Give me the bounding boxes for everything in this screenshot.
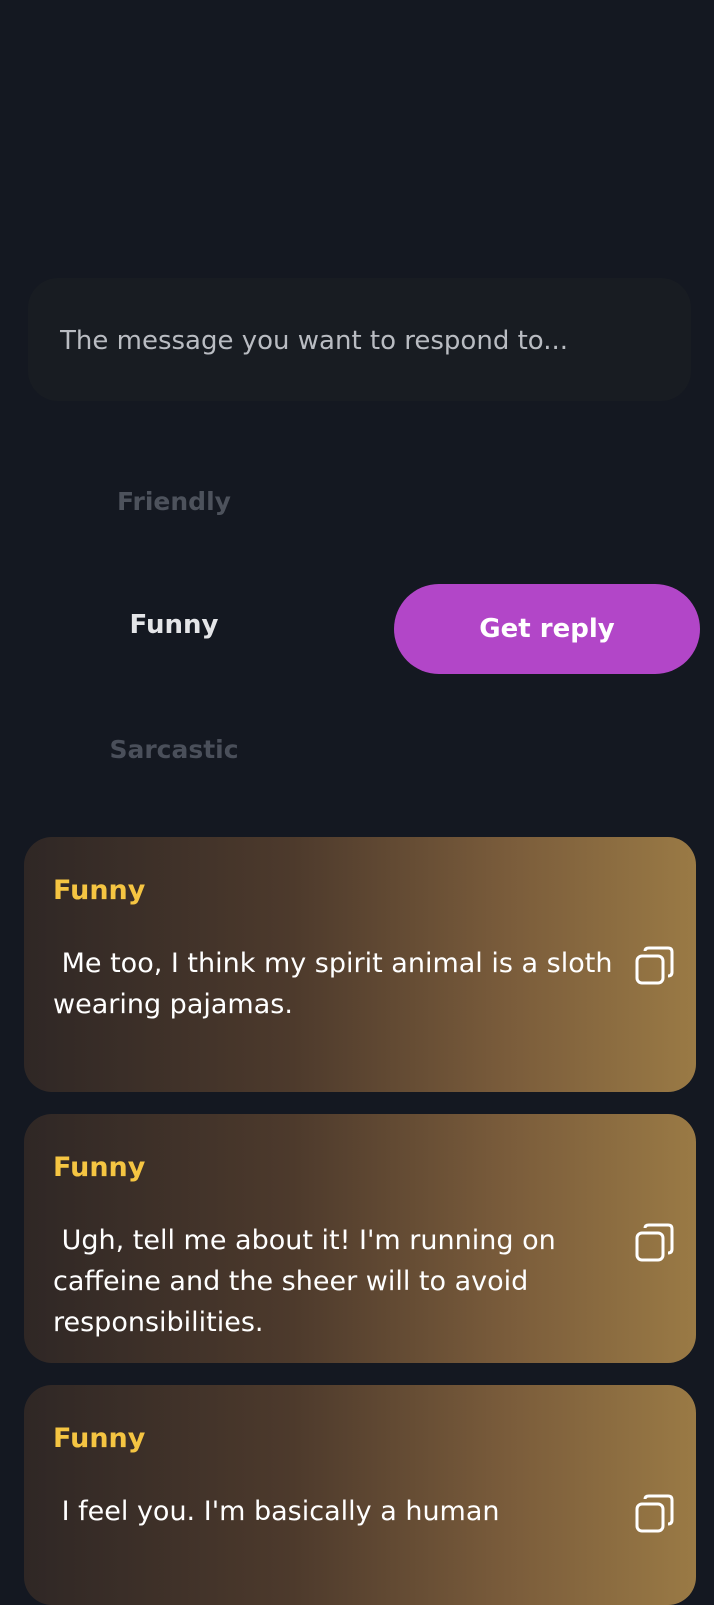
copy-icon[interactable] [634, 1222, 676, 1264]
reply-card: Funny Me too, I think my spirit animal i… [24, 837, 696, 1092]
message-input[interactable] [58, 278, 662, 403]
reply-card: Funny I feel you. I'm basically a human [24, 1385, 696, 1605]
message-input-container[interactable] [28, 278, 691, 403]
reply-tone-label: Funny [53, 1152, 146, 1183]
copy-icon[interactable] [634, 1493, 676, 1535]
get-reply-button[interactable]: Get reply [394, 584, 700, 674]
reply-tone-label: Funny [53, 875, 146, 906]
tone-option-sarcastic[interactable]: Sarcastic [44, 735, 304, 764]
reply-text: Ugh, tell me about it! I'm running on ca… [53, 1225, 565, 1338]
reply-tone-label: Funny [53, 1423, 146, 1454]
copy-icon[interactable] [634, 945, 676, 987]
tone-option-funny[interactable]: Funny [44, 610, 304, 640]
reply-text: Me too, I think my spirit animal is a sl… [53, 948, 622, 1020]
reply-card: Funny Ugh, tell me about it! I'm running… [24, 1114, 696, 1363]
tone-option-friendly[interactable]: Friendly [44, 487, 304, 516]
